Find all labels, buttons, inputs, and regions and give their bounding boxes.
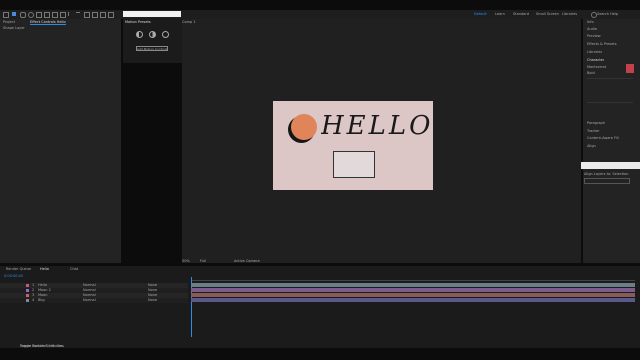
panel-tracker[interactable]: Tracker	[587, 129, 600, 133]
timeline-panel: Render Queue Hello Chat 0:00:00:00 1 Hell…	[0, 266, 640, 348]
right-panel: Info Audio Preview Effects & Presets Lib…	[581, 19, 640, 263]
rotate-tool-icon[interactable]	[36, 12, 42, 18]
panel-info[interactable]: Info	[587, 20, 594, 24]
top-toolbar: Default Learn Standard Small Screen Libr…	[0, 10, 640, 19]
fill-color-swatch[interactable]	[626, 64, 634, 73]
brush-tool-icon[interactable]	[84, 12, 90, 18]
workspace-learn[interactable]: Learn	[495, 12, 505, 16]
tab-project[interactable]: Project	[3, 20, 15, 24]
timeline-ruler[interactable]	[191, 277, 635, 281]
hand-tool-icon[interactable]	[20, 12, 26, 18]
selection-tool-icon[interactable]	[12, 12, 16, 16]
layer-track-bar[interactable]	[191, 288, 635, 292]
motion-presets-panel: Motion Presets Add Motion Controls	[123, 19, 182, 63]
font-name[interactable]: Montserrat	[587, 65, 606, 69]
zoom-dropdown[interactable]: 50%	[182, 259, 190, 263]
quality-dropdown[interactable]: Full	[200, 259, 206, 263]
track-bars	[0, 283, 640, 323]
tab-effect-controls[interactable]: Effect Controls Hello	[30, 20, 66, 25]
panel-subtitle: Shape Layer	[3, 26, 25, 30]
workspace-standard[interactable]: Standard	[513, 12, 529, 16]
pen-tool-icon[interactable]	[68, 12, 73, 16]
search-help-label[interactable]: Search Help	[597, 12, 618, 16]
rectangle-tool-icon[interactable]	[60, 12, 66, 18]
tab-hello[interactable]: Hello	[40, 267, 49, 271]
timecode[interactable]: 0:00:00:00	[4, 274, 23, 278]
layer-track-bar[interactable]	[191, 298, 635, 302]
home-icon[interactable]	[3, 12, 9, 18]
char-controls[interactable]	[587, 78, 633, 103]
frame-render-time: Frame Render Time: 0ms	[20, 344, 64, 348]
zoom-tool-icon[interactable]	[28, 12, 34, 18]
workspace-default[interactable]: Default	[474, 12, 487, 16]
font-style[interactable]: Bold	[587, 71, 595, 75]
tab-render-queue[interactable]: Render Queue	[6, 267, 31, 271]
hello-text[interactable]: HELLO	[321, 111, 434, 141]
type-tool-icon[interactable]	[76, 12, 80, 17]
align-buttons[interactable]	[584, 178, 630, 184]
moon-layer[interactable]	[291, 114, 317, 140]
moon-full-icon[interactable]	[162, 31, 169, 38]
workspace-small-screen[interactable]: Small Screen	[536, 12, 559, 16]
add-motion-controls-button[interactable]: Add Motion Controls	[136, 46, 168, 51]
panel-paragraph[interactable]: Paragraph	[587, 121, 605, 125]
tab-motion-presets[interactable]: Motion Presets	[125, 20, 151, 24]
comp-canvas[interactable]: HELLO	[273, 101, 433, 190]
project-panel: Project Effect Controls Hello Shape Laye…	[0, 19, 121, 263]
white-input[interactable]	[123, 11, 181, 17]
workspace-libraries[interactable]: Libraries	[562, 12, 577, 16]
panel-libraries[interactable]: Libraries	[587, 50, 602, 54]
tab-comp[interactable]: Comp 1	[182, 20, 196, 24]
panel-audio[interactable]: Audio	[587, 27, 597, 31]
camera-dropdown[interactable]: Active Camera	[234, 259, 260, 263]
panel-character[interactable]: Character	[587, 58, 604, 62]
panel-content-aware[interactable]: Content-Aware Fill	[587, 136, 619, 140]
panel-align[interactable]: Align	[587, 144, 596, 148]
stamp-tool-icon[interactable]	[92, 12, 98, 18]
moon-crescent-icon[interactable]	[136, 31, 143, 38]
white-bar	[581, 162, 640, 169]
camera-tool-icon[interactable]	[44, 12, 50, 18]
composition-viewer: Comp 1 HELLO 50% Full Active Camera	[182, 19, 581, 263]
moon-half-icon[interactable]	[149, 31, 156, 38]
selection-box[interactable]	[333, 151, 375, 178]
panel-preview[interactable]: Preview	[587, 34, 601, 38]
puppet-tool-icon[interactable]	[108, 12, 114, 18]
eraser-tool-icon[interactable]	[100, 12, 106, 18]
align-label: Align Layers to: Selection	[584, 172, 629, 176]
layer-track-bar[interactable]	[191, 283, 635, 287]
panel-effects[interactable]: Effects & Presets	[587, 42, 617, 46]
pan-tool-icon[interactable]	[52, 12, 58, 18]
tab-chat[interactable]: Chat	[70, 267, 78, 271]
layer-track-bar[interactable]	[191, 293, 635, 297]
